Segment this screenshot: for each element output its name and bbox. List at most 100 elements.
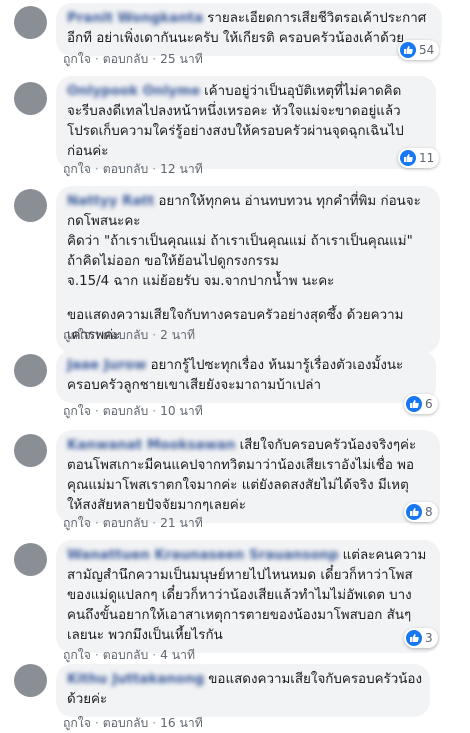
separator-dot: · xyxy=(152,52,157,66)
separator-dot: · xyxy=(152,648,157,662)
separator-dot: · xyxy=(94,716,99,730)
comment-author[interactable]: Nattyy Ratt xyxy=(67,194,154,209)
reaction-count[interactable]: 11 xyxy=(398,148,440,168)
comment-bubble: Kanwanat Mooksawan เสียใจกับครอบครัวน้องจ… xyxy=(56,430,440,523)
separator-dot: · xyxy=(152,404,157,418)
avatar[interactable] xyxy=(14,354,47,387)
comment-text-line: โปรดเก็บความใคร่รู้อย่างสงบให้ครอบครัวผ่… xyxy=(67,124,404,139)
thumbs-up-icon xyxy=(400,150,416,166)
reply-link[interactable]: ตอบกลับ xyxy=(103,404,149,418)
comment-text-line: เสียใจกับครอบครัวน้องจริงๆค่ะ xyxy=(239,438,417,453)
comment-actions: ถูกใจ · ตอบกลับ · 16 นาที xyxy=(63,714,203,733)
comment-actions: ถูกใจ · ตอบกลับ · 21 นาที xyxy=(63,514,203,533)
reaction-count[interactable]: 6 xyxy=(404,394,438,414)
reaction-number: 6 xyxy=(425,397,433,411)
comment-text-line: อยากให้ทุกคน อ่านทบทวน ทุกคำที่พิม ก่อนจ… xyxy=(158,194,421,209)
comment-text-line: ถ้าคิดไม่ออก ขอให้ย้อนไปดูกรงกรรม xyxy=(67,254,279,269)
comment-text-line: รายละเอียดการเสียชีวิตรอเค้าประกาศ xyxy=(207,11,427,26)
comment-text-line: เค้าบอยู่ว่าเป็นอุบัติเหตุที่ไม่คาดคิด xyxy=(204,84,402,99)
reaction-number: 54 xyxy=(419,43,435,57)
avatar[interactable] xyxy=(14,189,47,222)
avatar[interactable] xyxy=(14,434,47,467)
separator-dot: · xyxy=(94,648,99,662)
comment-author[interactable]: Jaae Jurow xyxy=(67,358,147,373)
reaction-number: 3 xyxy=(425,631,433,645)
like-link[interactable]: ถูกใจ xyxy=(63,52,91,66)
comment-text-line: สามัญสำนึกความเป็นมนุษย์หายไปไหนหมด เดี๋… xyxy=(67,568,413,583)
comment-text-line: ให้สงสัยหลายปัจจัยมากๆเลยค่ะ xyxy=(67,498,246,513)
avatar[interactable] xyxy=(14,664,47,697)
separator-dot: · xyxy=(152,162,157,176)
thumbs-up-icon xyxy=(406,630,422,646)
comment-author[interactable]: Pranit Wongkanta xyxy=(67,11,203,26)
timestamp[interactable]: 21 นาที xyxy=(160,516,203,530)
thumbs-up-icon xyxy=(400,42,416,58)
like-link[interactable]: ถูกใจ xyxy=(63,162,91,176)
avatar[interactable] xyxy=(14,543,47,576)
reply-link[interactable]: ตอบกลับ xyxy=(103,516,149,530)
comment-text-line: คนถึงขั้นอยากให้เอาสาเหตุการตายของน้องมา… xyxy=(67,608,412,623)
reply-link[interactable]: ตอบกลับ xyxy=(103,52,149,66)
thumbs-up-icon xyxy=(406,396,422,412)
comment-text-line: คุณแม่มาโพสเราตกใจมากค่ะ แต่ยังลดสงสัยไม… xyxy=(67,478,409,493)
comment-bubble: Kithu Juttakanong ขอแสดงความเสียใจกับครอบ… xyxy=(56,664,430,717)
like-link[interactable]: ถูกใจ xyxy=(63,404,91,418)
comment-actions: ถูกใจ · ตอบกลับ · 4 นาที xyxy=(63,646,195,665)
comment-text-line: แต่ละคนความ xyxy=(342,548,427,563)
reaction-count[interactable]: 3 xyxy=(404,628,438,648)
comment-author[interactable]: Kithu Juttakanong xyxy=(67,672,204,687)
reply-link[interactable]: ตอบกลับ xyxy=(103,648,149,662)
like-link[interactable]: ถูกใจ xyxy=(63,516,91,530)
comment-text-line: ของแม่ดูแปลกๆ เดี๋ยวก็หาว่าน้องเสียแล้วท… xyxy=(67,588,412,603)
comment-actions: ถูกใจ · ตอบกลับ · 2 นาที xyxy=(63,326,195,345)
separator-dot: · xyxy=(94,404,99,418)
comment-text-line: คิดว่า "ถ้าเราเป็นคุณแม่ ถ้าเราเป็นคุณแม… xyxy=(67,234,413,249)
timestamp[interactable]: 16 นาที xyxy=(160,716,203,730)
avatar[interactable] xyxy=(14,6,47,39)
reply-link[interactable]: ตอบกลับ xyxy=(103,716,149,730)
comment-text-line: ตอนโพสเกาะมีคนแคปจากทวิตมาว่าน้องเสียเรา… xyxy=(67,458,414,473)
timestamp[interactable]: 12 นาที xyxy=(160,162,203,176)
timestamp[interactable]: 2 นาที xyxy=(160,328,195,342)
comment-bubble: Jaae Jurow อยากรู้ไปซะทุกเรื่อง ห้นมารู้เ… xyxy=(56,350,436,403)
thumbs-up-icon xyxy=(406,504,422,520)
comment-text-line: จะรีบลงดีเทลไปลงหน้าหนึ่งเหรอคะ หัวใจแม่… xyxy=(67,104,401,119)
timestamp[interactable]: 4 นาที xyxy=(160,648,195,662)
comment-author[interactable]: Wanattuen Kraunaseen Srauansonp xyxy=(67,548,339,563)
separator-dot: · xyxy=(152,328,157,342)
comment-author[interactable]: Onlypook Onlyme xyxy=(67,84,200,99)
timestamp[interactable]: 10 นาที xyxy=(160,404,203,418)
comment-text-line: ก่อนค่ะ xyxy=(67,144,109,159)
comment-text-line: ด้วยค่ะ xyxy=(67,692,108,707)
reply-link[interactable]: ตอบกลับ xyxy=(103,328,149,342)
comment-bubble: Wanattuen Kraunaseen Srauansonp แต่ละคนคว… xyxy=(56,540,440,653)
reply-link[interactable]: ตอบกลับ xyxy=(103,162,149,176)
comment-actions: ถูกใจ · ตอบกลับ · 25 นาที xyxy=(63,50,203,69)
comment-actions: ถูกใจ · ตอบกลับ · 12 นาที xyxy=(63,160,203,179)
comment-text-line: ขอแสดงความเสียใจกับครอบครัวน้อง xyxy=(208,672,422,687)
comment-actions: ถูกใจ · ตอบกลับ · 10 นาที xyxy=(63,402,203,421)
comment-author[interactable]: Kanwanat Mooksawan xyxy=(67,438,236,453)
comment-text-line: ขอแสดงความเสียใจกับทางครอบครัวอย่างสุดซึ… xyxy=(67,308,404,323)
comment-text-line: ครอบครัวลูกชายเขาเสียยังจะมาถามบ้าเปล่า xyxy=(67,378,322,393)
separator-dot: · xyxy=(94,52,99,66)
reaction-count[interactable]: 8 xyxy=(404,502,438,522)
comment-text-line: อยากรู้ไปซะทุกเรื่อง ห้นมารู้เรื่องตัวเอ… xyxy=(150,358,404,373)
like-link[interactable]: ถูกใจ xyxy=(63,648,91,662)
comment-text-line: กดโพสนะคะ xyxy=(67,214,141,229)
comment-text-line: อีกที อย่าเพิ่งเดากันนะครับ ให้เกียรติ ค… xyxy=(67,31,405,46)
like-link[interactable]: ถูกใจ xyxy=(63,716,91,730)
avatar[interactable] xyxy=(14,82,47,115)
separator-dot: · xyxy=(94,162,99,176)
comment-bubble: Onlypook Onlyme เค้าบอยู่ว่าเป็นอุบัติเหต… xyxy=(56,76,436,169)
timestamp[interactable]: 25 นาที xyxy=(160,52,203,66)
separator-dot: · xyxy=(152,516,157,530)
like-link[interactable]: ถูกใจ xyxy=(63,328,91,342)
comment-text-line: จ.15/4 ฉาก แม่ย้อยรับ จม.จากปากน้ำพ นะคะ xyxy=(67,274,335,289)
separator-dot: · xyxy=(94,328,99,342)
comment-bubble: Pranit Wongkanta รายละเอียดการเสียชีวิตรอ… xyxy=(56,3,442,56)
comment-text-line: เลยนะ พวกมึงเป็นเหี้ยไรกัน xyxy=(67,628,223,643)
reaction-count[interactable]: 54 xyxy=(398,40,440,60)
separator-dot: · xyxy=(94,516,99,530)
